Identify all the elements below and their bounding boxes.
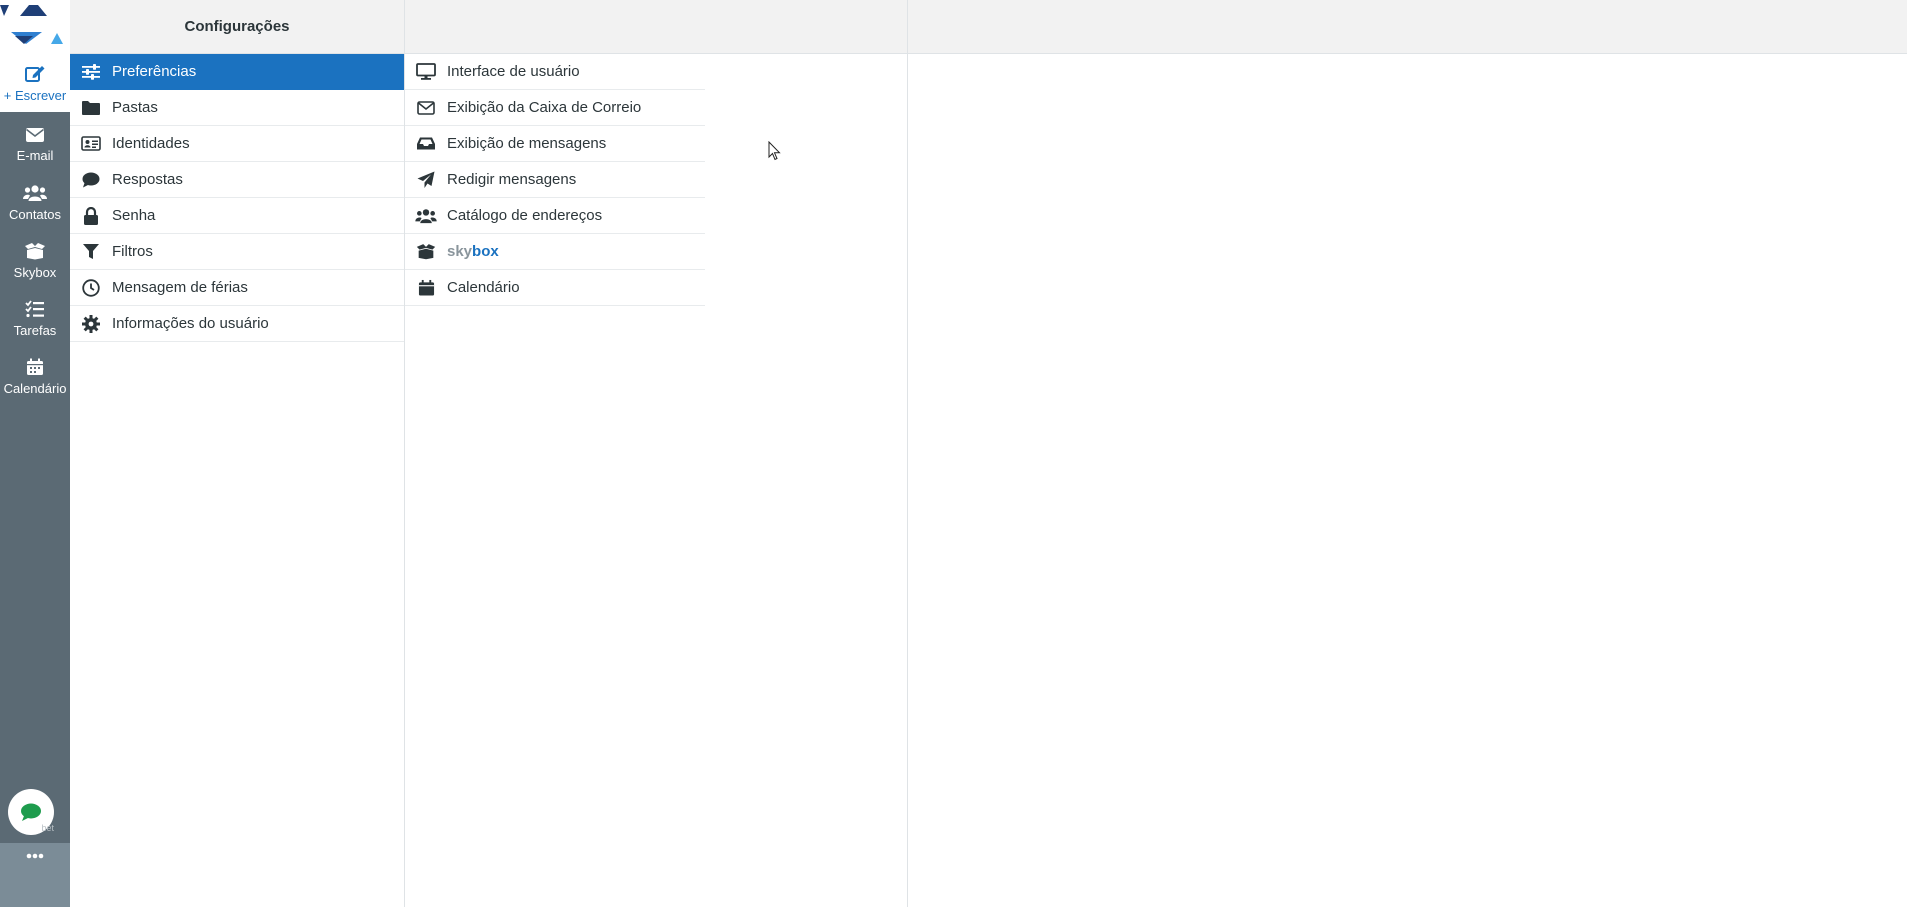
settings-item-vacation[interactable]: Mensagem de férias (70, 270, 404, 306)
users-icon (415, 206, 437, 226)
content-header (908, 0, 1907, 54)
settings-item-label: Preferências (112, 63, 197, 80)
box-open-icon (415, 242, 437, 262)
settings-item-preferences[interactable]: Preferências (70, 54, 404, 90)
settings-item-label: Filtros (112, 243, 153, 260)
rail-item-label: Calendário (3, 381, 67, 396)
paper-plane-icon (415, 170, 437, 190)
pref-item-label: Interface de usuário (447, 63, 580, 80)
chat-button[interactable]: bet (8, 789, 54, 835)
comment-icon (80, 170, 102, 190)
chat-icon (21, 803, 41, 821)
more-button[interactable] (0, 843, 70, 907)
rail-item-label: Contatos (8, 207, 62, 222)
filter-icon (80, 242, 102, 262)
settings-item-user-info[interactable]: Informações do usuário (70, 306, 404, 342)
preferences-panel: Interface de usuário Exibição da Caixa d… (405, 0, 908, 907)
settings-item-label: Informações do usuário (112, 315, 269, 332)
settings-panel: Configurações Preferências Pastas Identi… (70, 0, 405, 907)
clock-icon (80, 278, 102, 298)
id-card-icon (80, 134, 102, 154)
pref-item-address-book[interactable]: Catálogo de endereços (405, 198, 705, 234)
folder-icon (80, 98, 102, 118)
rail-item-email[interactable]: E-mail (0, 116, 70, 174)
pref-item-mailbox-view[interactable]: Exibição da Caixa de Correio (405, 90, 705, 126)
pref-item-label: skybox (447, 243, 499, 260)
sliders-icon (80, 62, 102, 82)
settings-item-filters[interactable]: Filtros (70, 234, 404, 270)
box-icon (25, 243, 45, 260)
mouse-cursor-icon (768, 141, 781, 161)
monitor-icon (415, 62, 437, 82)
settings-item-password[interactable]: Senha (70, 198, 404, 234)
rail-item-label: E-mail (16, 148, 54, 163)
chat-badge-icon: bet (41, 823, 54, 833)
skybox-label-part1: sky (447, 243, 473, 260)
rail-item-contacts[interactable]: Contatos (0, 174, 70, 232)
calendar-icon (415, 278, 437, 298)
lock-icon (80, 206, 102, 226)
rail-item-skybox[interactable]: Skybox (0, 232, 70, 290)
users-icon (23, 185, 47, 201)
pref-item-compose[interactable]: Redigir mensagens (405, 162, 705, 198)
settings-item-label: Identidades (112, 135, 190, 152)
calendar-icon (27, 358, 43, 375)
pref-item-label: Exibição de mensagens (447, 135, 607, 152)
gear-icon (80, 314, 102, 334)
pref-item-user-interface[interactable]: Interface de usuário (405, 54, 705, 90)
page-title: Configurações (184, 18, 290, 35)
skybox-label-part2: box (472, 243, 499, 260)
rail-item-tasks[interactable]: Tarefas (0, 290, 70, 348)
settings-item-label: Respostas (112, 171, 183, 188)
pref-item-label: Exibição da Caixa de Correio (447, 99, 642, 116)
settings-item-label: Pastas (112, 99, 158, 116)
logo-icon (0, 5, 63, 44)
compose-label: + Escrever (3, 87, 67, 103)
compose-button[interactable]: + Escrever (0, 54, 70, 112)
envelope-icon (26, 128, 44, 142)
settings-item-label: Senha (112, 207, 156, 224)
pref-item-label: Catálogo de endereços (447, 207, 603, 224)
inbox-icon (415, 134, 437, 154)
rail-item-calendar[interactable]: Calendário (0, 348, 70, 406)
pref-item-skybox[interactable]: skybox (405, 234, 705, 270)
task-list-icon (25, 300, 44, 318)
pref-item-calendar[interactable]: Calendário (405, 270, 705, 306)
preferences-list: Interface de usuário Exibição da Caixa d… (405, 54, 705, 306)
rail-item-label: Skybox (13, 265, 57, 280)
pencil-square-icon (25, 65, 45, 82)
settings-item-responses[interactable]: Respostas (70, 162, 404, 198)
app-rail: + Escrever E-mail Contatos Skybox Tarefa… (0, 0, 70, 907)
pref-item-label: Calendário (447, 279, 520, 296)
pref-item-message-display[interactable]: Exibição de mensagens (405, 126, 705, 162)
settings-item-folders[interactable]: Pastas (70, 90, 404, 126)
settings-header: Configurações (70, 0, 404, 54)
preferences-header (405, 0, 907, 54)
ellipsis-icon (26, 853, 44, 859)
app-logo[interactable] (0, 0, 70, 54)
envelope-outline-icon (415, 98, 437, 118)
content-area (908, 0, 1907, 907)
rail-item-label: Tarefas (13, 323, 57, 338)
settings-item-identities[interactable]: Identidades (70, 126, 404, 162)
settings-item-label: Mensagem de férias (112, 279, 248, 296)
pref-item-label: Redigir mensagens (447, 171, 577, 188)
